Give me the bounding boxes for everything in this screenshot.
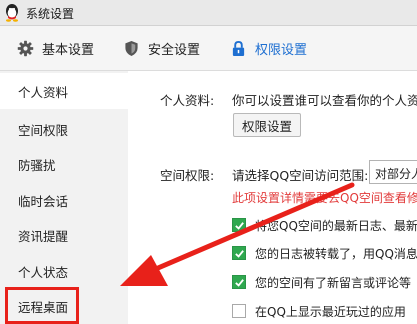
sidebar-item-label: 空间权限	[18, 122, 69, 138]
option-checkbox[interactable]	[232, 246, 246, 260]
tab-permission-settings[interactable]: 权限设置	[229, 26, 307, 71]
sidebar-item-space-permission[interactable]: 空间权限	[0, 111, 128, 147]
space-option-row: 将您QQ空间的最新日志、最新	[232, 216, 417, 234]
sidebar-item-label: 防骚扰	[18, 157, 56, 173]
space-settings-warning: 此项设置详情需要去QQ空间查看修	[232, 191, 417, 205]
checkmark-icon	[234, 221, 244, 230]
sidebar-item-label: 临时会话	[18, 193, 69, 209]
checkmark-icon	[234, 278, 244, 287]
title-bar: 系统设置	[0, 0, 417, 26]
window-title: 系统设置	[26, 7, 75, 21]
settings-content: 个人资料: 你可以设置谁可以查看你的个人资料 权限设置 空间权限: 请选择QQ空…	[128, 71, 417, 324]
tab-security-settings-label: 安全设置	[148, 43, 201, 58]
personal-info-label: 个人资料:	[160, 93, 215, 108]
tab-security-settings[interactable]: 安全设置	[122, 26, 200, 71]
shield-icon	[122, 40, 140, 58]
sidebar-item-remote-desktop[interactable]: 远程桌面	[0, 288, 128, 324]
option-checkbox[interactable]	[232, 275, 246, 289]
sidebar-item-news-reminder[interactable]: 资讯提醒	[0, 217, 128, 253]
checkmark-icon	[234, 249, 244, 258]
sidebar-item-temp-session[interactable]: 临时会话	[0, 182, 128, 218]
sidebar-item-label: 远程桌面	[18, 299, 69, 315]
space-option-row: 在QQ上显示最近玩过的应用	[232, 302, 406, 320]
sidebar-item-label: 个人资料	[18, 84, 69, 100]
tab-permission-settings-label: 权限设置	[255, 43, 308, 58]
sidebar-item-personal-info[interactable]: 个人资料	[0, 73, 128, 109]
option-checkbox[interactable]	[232, 304, 246, 318]
sidebar-item-label: 个人状态	[18, 264, 69, 280]
space-option-row: 您的空间有了新留言或评论等	[232, 273, 411, 291]
sidebar-item-anti-harassment[interactable]: 防骚扰	[0, 146, 128, 182]
tab-basic-settings[interactable]: 基本设置	[16, 26, 94, 71]
option-checkbox[interactable]	[232, 218, 246, 232]
space-scope-select[interactable]: 对部分人	[369, 160, 417, 184]
option-label: 将您QQ空间的最新日志、最新	[255, 218, 417, 233]
settings-tab-bar: 基本设置 安全设置 权限设置	[0, 26, 417, 71]
space-scope-prompt: 请选择QQ空间访问范围:	[232, 168, 369, 183]
space-option-row: 您的日志被转载了，用QQ消息	[232, 244, 417, 262]
lock-icon	[229, 40, 247, 58]
sidebar-item-label: 资讯提醒	[18, 228, 69, 244]
tab-basic-settings-label: 基本设置	[42, 43, 95, 58]
option-label: 您的空间有了新留言或评论等	[255, 275, 412, 290]
option-label: 在QQ上显示最近玩过的应用	[255, 304, 406, 319]
personal-info-description: 你可以设置谁可以查看你的个人资料	[232, 93, 417, 108]
permission-settings-button[interactable]: 权限设置	[233, 113, 301, 137]
sidebar: 个人资料 空间权限 防骚扰 临时会话 资讯提醒 个人状态 远程桌面	[0, 71, 128, 324]
space-permission-label: 空间权限:	[160, 168, 215, 183]
sidebar-item-personal-status[interactable]: 个人状态	[0, 253, 128, 289]
gear-icon	[16, 40, 34, 58]
qq-penguin-icon	[6, 4, 18, 22]
option-label: 您的日志被转载了，用QQ消息	[255, 246, 417, 261]
